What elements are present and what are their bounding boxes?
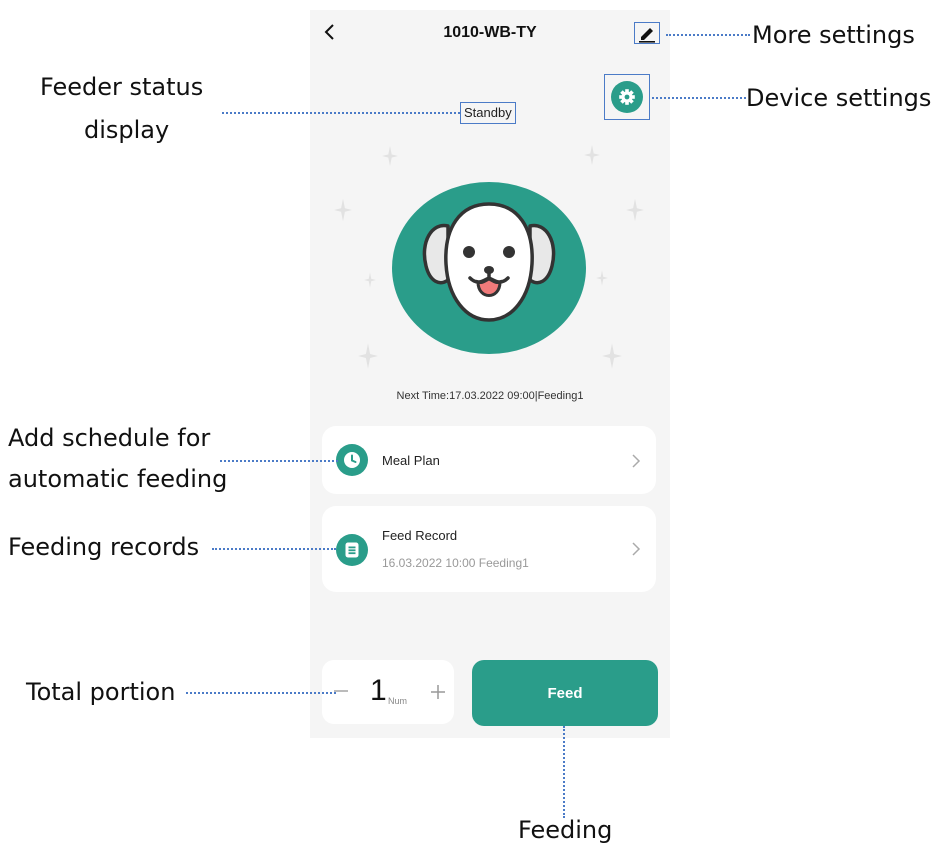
annotation-schedule-line1: Add schedule for	[8, 424, 211, 452]
chevron-right-icon	[632, 454, 641, 468]
annotation-status-line2: display	[84, 116, 170, 144]
feed-record-label: Feed Record	[382, 528, 458, 543]
meal-plan-label: Meal Plan	[382, 453, 440, 468]
annotation-line	[563, 726, 565, 818]
page-title: 1010-WB-TY	[443, 24, 537, 41]
meal-plan-icon-circle	[336, 444, 368, 476]
portion-value: 1	[370, 674, 387, 707]
meal-plan-card[interactable]: Meal Plan	[322, 426, 656, 494]
chevron-right-icon	[632, 542, 641, 556]
sparkle-icon	[358, 343, 378, 369]
annotation-schedule-line2: automatic feeding	[8, 465, 228, 493]
annotation-line	[212, 548, 336, 550]
annotation-line	[666, 34, 750, 36]
next-feeding-time: Next Time:17.03.2022 09:00|Feeding1	[396, 390, 584, 402]
annotation-records: Feeding records	[8, 533, 200, 561]
feed-record-latest: 16.03.2022 10:00 Feeding1	[382, 556, 529, 570]
gear-icon	[619, 89, 635, 105]
annotation-feeding: Feeding	[518, 816, 613, 844]
feed-record-card[interactable]: Feed Record 16.03.2022 10:00 Feeding1	[322, 506, 656, 592]
sparkle-icon	[334, 198, 352, 222]
sparkle-icon	[626, 198, 644, 222]
sparkle-icon	[602, 343, 622, 369]
document-icon	[345, 542, 359, 558]
edit-button[interactable]	[634, 22, 660, 44]
annotation-device-settings: Device settings	[746, 84, 932, 112]
dog-face-icon	[422, 202, 556, 322]
annotation-line	[220, 460, 338, 462]
app-header: 1010-WB-TY	[310, 10, 670, 58]
annotation-line	[652, 97, 746, 99]
device-settings-button[interactable]	[604, 74, 650, 120]
gear-icon-circle	[611, 81, 643, 113]
edit-pencil-icon	[639, 28, 655, 43]
phone-screen: 1010-WB-TY Standby Next Time:17.03.2022 …	[310, 10, 670, 738]
feeder-status: Standby	[460, 102, 516, 124]
portion-stepper: 1 Num	[322, 660, 454, 724]
sparkle-icon	[596, 270, 608, 286]
feed-button[interactable]: Feed	[472, 660, 658, 726]
annotation-line	[186, 692, 336, 694]
annotation-status-line1: Feeder status	[40, 73, 204, 101]
clock-icon	[344, 452, 360, 468]
annotation-line	[222, 112, 460, 114]
sparkle-icon	[382, 146, 398, 166]
sparkle-icon	[364, 272, 376, 288]
pet-avatar	[392, 182, 586, 354]
annotation-total-portion: Total portion	[26, 678, 176, 706]
feed-record-icon-circle	[336, 534, 368, 566]
plus-icon[interactable]	[430, 684, 446, 700]
annotation-more-settings: More settings	[752, 21, 915, 49]
sparkle-icon	[584, 145, 600, 165]
minus-icon[interactable]	[334, 690, 348, 692]
portion-unit: Num	[388, 696, 408, 706]
